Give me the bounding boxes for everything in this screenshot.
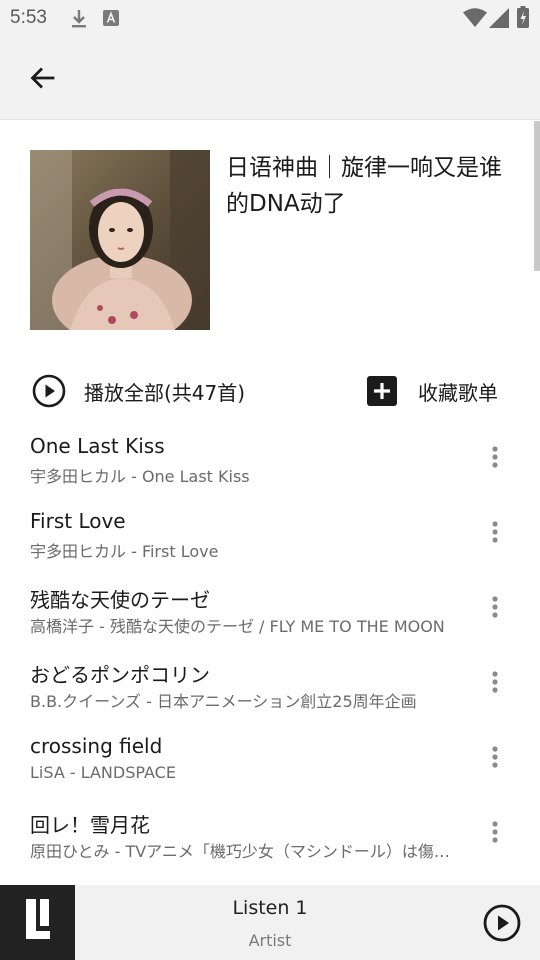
status-time: 5:53 xyxy=(10,7,47,28)
song-row[interactable]: First Love 宇多田ヒカル - First Love xyxy=(0,503,540,578)
more-vert-icon xyxy=(492,521,498,543)
app-bar xyxy=(0,36,540,120)
collect-playlist-label: 收藏歌单 xyxy=(418,380,498,405)
song-title: 残酷な天使のテーゼ xyxy=(30,588,210,612)
now-playing-artist: Artist xyxy=(248,931,292,950)
listen1-logo xyxy=(0,885,75,960)
song-title: First Love xyxy=(30,509,126,533)
more-vert-icon xyxy=(492,446,498,468)
song-subtitle: B.B.クイーンズ - 日本アニメーション創立25周年企画 xyxy=(30,692,417,711)
status-bar: 5:53 xyxy=(0,0,540,36)
back-button[interactable] xyxy=(20,56,64,100)
more-vert-icon xyxy=(492,821,498,843)
song-title: One Last Kiss xyxy=(30,434,165,458)
song-subtitle: LiSA - LANDSPACE xyxy=(30,763,176,782)
add-box-icon xyxy=(367,376,397,406)
more-vert-icon xyxy=(492,671,498,693)
song-subtitle: 原田ひとみ - TVアニメ「機巧少女（マシンドール）は傷つかない」 xyxy=(30,842,462,861)
more-vert-icon xyxy=(492,746,498,768)
more-vert-icon xyxy=(492,596,498,618)
more-options-button[interactable] xyxy=(482,442,508,472)
mini-play-button[interactable] xyxy=(482,903,522,943)
arrow-back-icon xyxy=(30,67,55,89)
play-circle-icon xyxy=(32,374,66,408)
playlist-title: 日语神曲｜旋律一响又是谁的DNA动了 xyxy=(226,155,502,217)
more-options-button[interactable] xyxy=(482,817,508,847)
song-title: 回レ！雪月花 xyxy=(30,813,150,837)
song-row[interactable]: おどるポンポコリン B.B.クイーンズ - 日本アニメーション創立25周年企画 xyxy=(0,653,540,728)
play-all-label: 播放全部(共47首) xyxy=(84,380,246,405)
download-icon xyxy=(70,8,88,34)
playlist-cover xyxy=(30,150,210,330)
now-playing-title: Listen 1 xyxy=(232,897,308,919)
battery-charging-icon xyxy=(517,6,529,32)
play-all-button[interactable]: 播放全部(共47首) xyxy=(32,372,245,410)
song-row[interactable]: crossing field LiSA - LANDSPACE xyxy=(0,728,540,803)
play-circle-icon xyxy=(483,904,521,942)
a-box-icon xyxy=(103,10,119,30)
more-options-button[interactable] xyxy=(482,667,508,697)
mini-player[interactable]: Listen 1 Artist xyxy=(0,885,540,960)
song-subtitle: 宇多田ヒカル - First Love xyxy=(30,542,219,561)
song-row[interactable]: 回レ！雪月花 原田ひとみ - TVアニメ「機巧少女（マシンドール）は傷つかない」 xyxy=(0,803,540,878)
song-title: crossing field xyxy=(30,734,163,758)
song-subtitle: 宇多田ヒカル - One Last Kiss xyxy=(30,467,250,486)
song-row[interactable]: 残酷な天使のテーゼ 高橋洋子 - 残酷な天使のテーゼ / FLY ME TO T… xyxy=(0,578,540,653)
song-subtitle: 高橋洋子 - 残酷な天使のテーゼ / FLY ME TO THE MOON xyxy=(30,617,445,636)
song-list: One Last Kiss 宇多田ヒカル - One Last Kiss Fir… xyxy=(0,428,540,878)
more-options-button[interactable] xyxy=(482,517,508,547)
song-title: おどるポンポコリン xyxy=(30,663,210,687)
wifi-icon xyxy=(463,8,487,32)
collect-playlist-button[interactable]: 收藏歌单 xyxy=(366,372,498,410)
scrollbar-thumb[interactable] xyxy=(534,121,540,271)
cell-signal-icon xyxy=(489,8,509,32)
more-options-button[interactable] xyxy=(482,592,508,622)
song-row[interactable]: One Last Kiss 宇多田ヒカル - One Last Kiss xyxy=(0,428,540,503)
more-options-button[interactable] xyxy=(482,742,508,772)
